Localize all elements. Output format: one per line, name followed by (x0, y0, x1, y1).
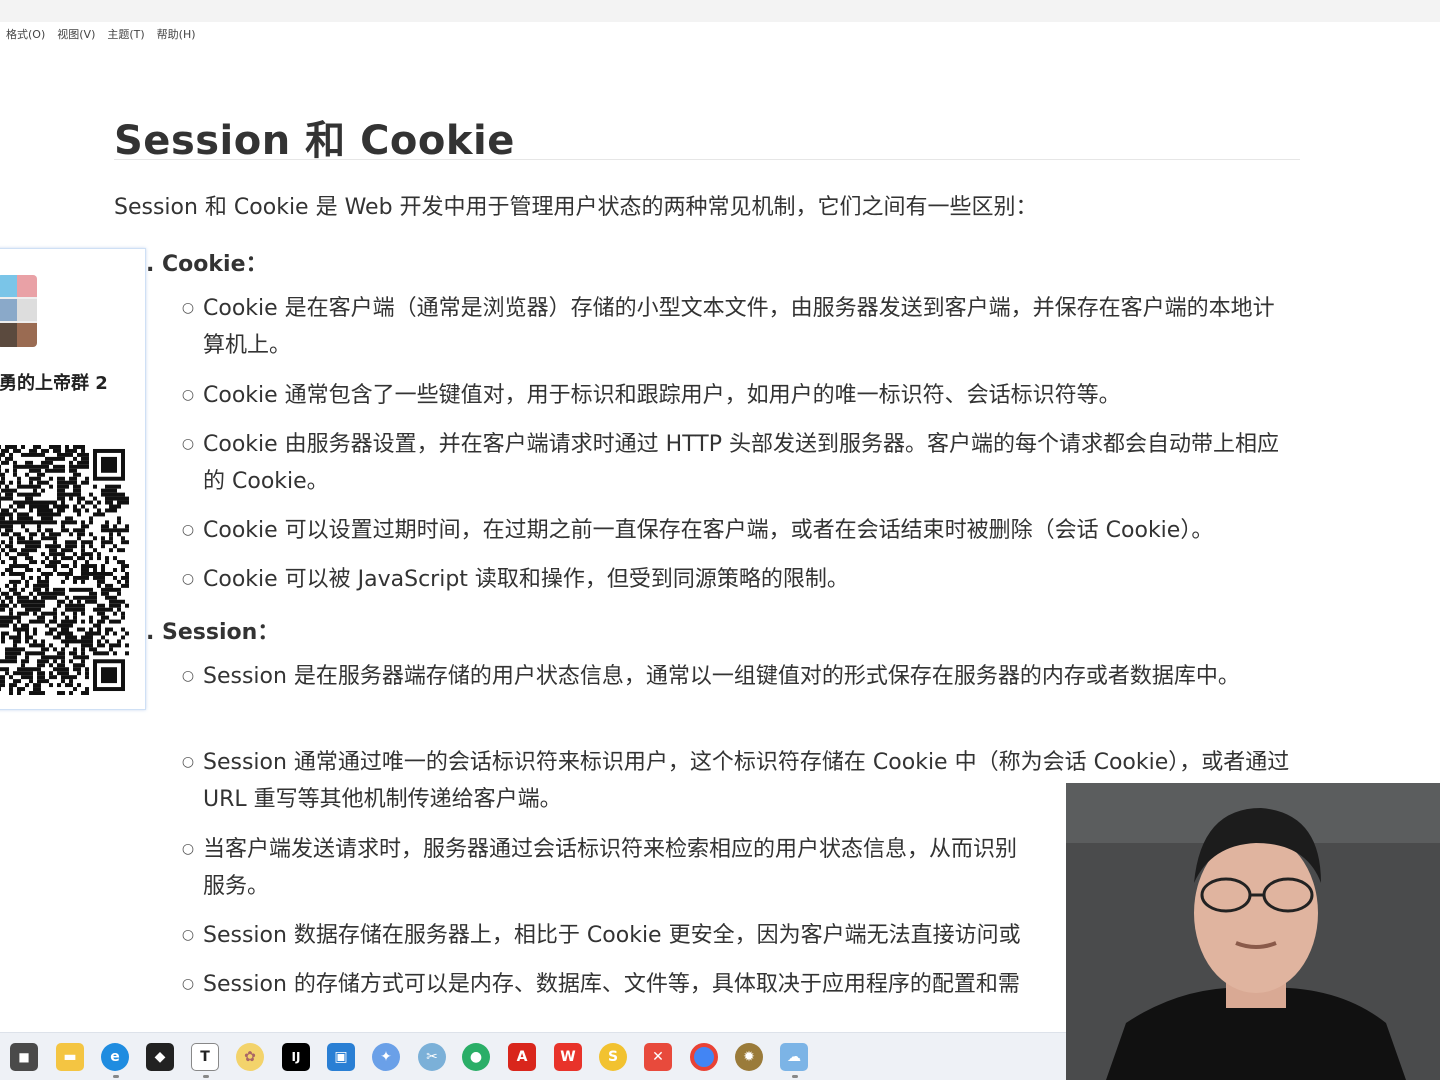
list-item: ○ Cookie 可以设置过期时间，在过期之前一直保存在客户端，或者在会话结束时被… (180, 512, 1290, 549)
list-item-text: Cookie 由服务器设置，并在客户端请求时通过 HTTP 头部发送到服务器。客… (203, 432, 1279, 494)
bullet-icon: ○ (181, 387, 195, 403)
list-item: ○ 当客户端发送请求时，服务器通过会话标识符来检索相应的用户状态信息，从而识别 服务… (180, 831, 1080, 905)
bullet-icon: ○ (181, 841, 195, 857)
title-divider (114, 159, 1300, 160)
list-item-text: Cookie 通常包含了一些键值对，用于标识和跟踪用户，如用户的唯一标识符、会话… (203, 383, 1121, 408)
running-indicator (203, 1075, 209, 1078)
list-item-text: Session 数据存储在服务器上，相比于 Cookie 更安全，因为客户端无法… (203, 923, 1021, 948)
list-item-text: 当客户端发送请求时，服务器通过会话标识符来检索相应的用户状态信息，从而识别 (203, 837, 1018, 862)
menu-view[interactable]: 视图(V) (51, 26, 101, 42)
list-item: ○ Session 数据存储在服务器上，相比于 Cookie 更安全，因为客户端无… (180, 917, 1080, 954)
jetbrains-icon[interactable]: IJ (282, 1043, 310, 1071)
session-heading: . Session： (146, 620, 280, 645)
list-item: ○ Cookie 是在客户端（通常是浏览器）存储的小型文本文件，由服务器发送到客户… (180, 290, 1290, 364)
bullet-icon: ○ (181, 436, 195, 452)
bullet-icon: ○ (181, 668, 195, 684)
cookie-heading: . Cookie： (146, 252, 268, 277)
sogou-icon[interactable]: S (599, 1043, 627, 1071)
chrome-icon[interactable] (690, 1043, 718, 1071)
cloud-icon[interactable]: ☁ (780, 1043, 808, 1071)
wps-icon[interactable]: W (554, 1043, 582, 1071)
list-item-text: Session 的存储方式可以是内存、数据库、文件等，具体取决于应用程序的配置和… (203, 972, 1020, 997)
presenter-video (1066, 783, 1440, 1080)
window-titlebar (0, 0, 1440, 22)
intro-paragraph: Session 和 Cookie 是 Web 开发中用于管理用户状态的两种常见机… (114, 195, 1038, 220)
menu-bar: 格式(O) 视图(V) 主题(T) 帮助(H) (0, 22, 1440, 46)
menu-theme[interactable]: 主题(T) (101, 26, 150, 42)
group-name: 勇的上帝群 2 (0, 373, 108, 394)
list-item-text: Cookie 是在客户端（通常是浏览器）存储的小型文本文件，由服务器发送到客户端… (203, 296, 1275, 358)
xmind-icon[interactable]: ✕ (644, 1043, 672, 1071)
qr-code-image (0, 445, 129, 695)
qr-code-card[interactable]: 勇的上帝群 2 (0, 248, 146, 710)
wechat-icon[interactable]: ● (462, 1043, 490, 1071)
list-item-text: Session 是在服务器端存储的用户状态信息，通常以一组键值对的形式保存在服务… (203, 664, 1240, 689)
menu-format[interactable]: 格式(O) (0, 26, 51, 42)
unity-icon[interactable]: ◆ (146, 1043, 174, 1071)
start-icon[interactable]: ■ (10, 1043, 38, 1071)
list-item-text: Cookie 可以被 JavaScript 读取和操作，但受到同源策略的限制。 (203, 567, 849, 592)
list-item: ○ Cookie 通常包含了一些键值对，用于标识和跟踪用户，如用户的唯一标识符、会… (180, 377, 1290, 414)
running-indicator (792, 1075, 798, 1078)
bullet-icon: ○ (181, 976, 195, 992)
list-item: ○ Cookie 由服务器设置，并在客户端请求时通过 HTTP 头部发送到服务器。… (180, 426, 1290, 500)
fruit-icon[interactable]: ✹ (735, 1043, 763, 1071)
photos-icon[interactable]: ✦ (372, 1043, 400, 1071)
list-item-text: Cookie 可以设置过期时间，在过期之前一直保存在客户端，或者在会话结束时被删… (203, 518, 1214, 543)
sunflower-icon[interactable]: ✿ (236, 1043, 264, 1071)
group-avatar (0, 275, 37, 347)
edge-icon[interactable]: e (101, 1043, 129, 1071)
bullet-icon: ○ (181, 522, 195, 538)
acrobat-icon[interactable]: A (508, 1043, 536, 1071)
list-item: ○ Cookie 可以被 JavaScript 读取和操作，但受到同源策略的限制。 (180, 561, 1290, 598)
bullet-icon: ○ (181, 571, 195, 587)
list-item-text-continued: 服务。 (203, 874, 270, 899)
list-item: ○ Session 的存储方式可以是内存、数据库、文件等，具体取决于应用程序的配置… (180, 966, 1080, 1003)
page-title: Session 和 Cookie (114, 118, 515, 164)
menu-help[interactable]: 帮助(H) (151, 26, 202, 42)
bullet-icon: ○ (181, 300, 195, 316)
bullet-icon: ○ (181, 927, 195, 943)
bullet-icon: ○ (181, 754, 195, 770)
file-explorer-icon[interactable]: ▬ (56, 1043, 84, 1071)
snipaste-icon[interactable]: ▣ (327, 1043, 355, 1071)
list-item: ○ Session 是在服务器端存储的用户状态信息，通常以一组键值对的形式保存在服… (180, 658, 1280, 695)
webcam-overlay (1066, 783, 1440, 1080)
running-indicator (113, 1075, 119, 1078)
clip-icon[interactable]: ✂ (418, 1043, 446, 1071)
typora-icon[interactable]: T (191, 1043, 219, 1071)
